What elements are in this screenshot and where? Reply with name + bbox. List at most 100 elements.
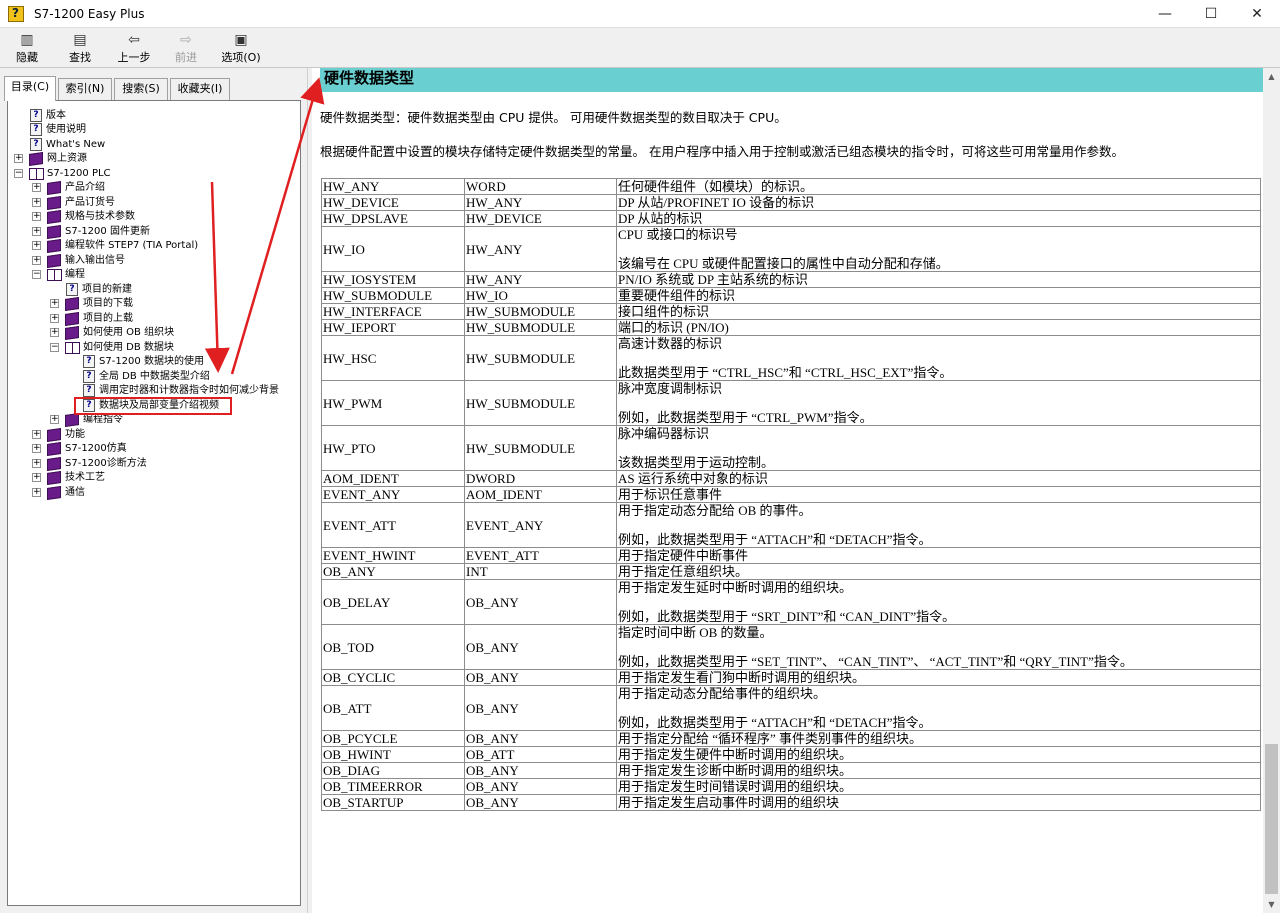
description-cell: DP 从站的标识 — [616, 210, 1261, 227]
base-type-cell: HW_SUBMODULE — [464, 319, 617, 336]
description-note: 例如，此数据类型用于 “ATTACH”和 “DETACH”指令。 — [618, 532, 932, 547]
description-note: 例如，此数据类型用于 “ATTACH”和 “DETACH”指令。 — [618, 715, 932, 730]
description-note: 例如，此数据类型用于 “SRT_DINT”和 “CAN_DINT”指令。 — [618, 609, 956, 624]
base-type-cell: HW_ANY — [464, 271, 617, 288]
tree-item-label: S7-1200诊断方法 — [65, 458, 147, 469]
description-text: DP 从站的标识 — [618, 211, 703, 226]
description-text: 接口组件的标识 — [618, 304, 710, 319]
tab-contents[interactable]: 目录(C) — [4, 76, 56, 101]
help-app-icon — [8, 5, 24, 22]
tree-item-label: 项目的下载 — [83, 298, 133, 309]
navigation-pane: 目录(C) 索引(N) 搜索(S) 收藏夹(I) ? 版本 ? 使用说明 ? W… — [0, 68, 307, 913]
collapse-icon[interactable]: − — [14, 169, 23, 178]
expand-icon[interactable]: + — [32, 183, 41, 192]
expand-icon[interactable]: + — [32, 241, 41, 250]
base-type-cell: HW_SUBMODULE — [464, 303, 617, 320]
description-cell: AS 运行系统中对象的标识 — [616, 470, 1261, 487]
expand-icon[interactable]: + — [50, 314, 59, 323]
expand-icon[interactable]: + — [14, 154, 23, 163]
description-cell: 用于指定发生延时中断时调用的组织块。 例如，此数据类型用于 “SRT_DINT”和… — [616, 579, 1261, 625]
expand-icon[interactable]: + — [32, 227, 41, 236]
minimize-button[interactable]: — — [1142, 0, 1188, 28]
description-text: PN/IO 系统或 DP 主站系统的标识 — [618, 272, 808, 287]
help-topic-icon: ? — [30, 138, 42, 151]
tab-index[interactable]: 索引(N) — [58, 78, 112, 100]
table-row: HW_PWM HW_SUBMODULE 脉冲宽度调制标识 例如，此数据类型用于 “CT… — [321, 380, 1261, 426]
forward-arrow-icon: ⇨ — [180, 32, 192, 48]
base-type-cell: OB_ANY — [464, 794, 617, 811]
expand-icon[interactable]: + — [32, 198, 41, 207]
type-name-cell: OB_DIAG — [321, 762, 465, 779]
help-topic-icon: ? — [66, 283, 78, 296]
base-type-cell: INT — [464, 563, 617, 580]
description-cell: 用于指定动态分配给 OB 的事件。 例如，此数据类型用于 “ATTACH”和 “D… — [616, 502, 1261, 548]
options-button[interactable]: ▣ 选项(O) — [214, 30, 268, 66]
expand-icon[interactable]: + — [32, 473, 41, 482]
tree-item-label: 编程软件 STEP7 (TIA Portal) — [65, 240, 199, 251]
base-type-cell: DWORD — [464, 470, 617, 487]
intro-paragraph: 硬件数据类型：硬件数据类型由 CPU 提供。 可用硬件数据类型的数目取决于 CP… — [320, 110, 787, 125]
content-scrollbar[interactable]: ▲ ▼ — [1263, 68, 1280, 913]
hardware-types-table: HW_ANY WORD 任何硬件组件（如模块）的标识。 HW_DEVICE HW_ANY… — [321, 178, 1261, 811]
scroll-up-icon[interactable]: ▲ — [1263, 68, 1280, 85]
table-row: AOM_IDENT DWORD AS 运行系统中对象的标识 — [321, 470, 1261, 487]
scroll-down-icon[interactable]: ▼ — [1263, 896, 1280, 913]
base-type-cell: EVENT_ANY — [464, 502, 617, 548]
scroll-thumb[interactable] — [1265, 744, 1278, 894]
maximize-button[interactable]: ☐ — [1188, 0, 1234, 28]
collapse-icon[interactable]: − — [50, 343, 59, 352]
description-cell: 脉冲编码器标识 该数据类型用于运动控制。 — [616, 425, 1261, 471]
annotation-highlight-box — [74, 397, 232, 415]
description-cell: 用于指定发生看门狗中断时调用的组织块。 — [616, 669, 1261, 686]
back-button[interactable]: ⇦ 上一步 — [110, 30, 158, 66]
description-text: 用于指定发生诊断中断时调用的组织块。 — [618, 763, 853, 778]
expand-icon[interactable]: + — [32, 444, 41, 453]
description-text: 高速计数器的标识 — [618, 336, 723, 351]
type-name-cell: EVENT_HWINT — [321, 547, 465, 564]
table-row: EVENT_ATT EVENT_ANY 用于指定动态分配给 OB 的事件。 例如，此数… — [321, 502, 1261, 548]
close-button[interactable]: ✕ — [1234, 0, 1280, 28]
expand-icon[interactable]: + — [50, 299, 59, 308]
base-type-cell: OB_ANY — [464, 762, 617, 779]
book-open-icon — [47, 269, 62, 281]
description-cell: 用于指定硬件中断事件 — [616, 547, 1261, 564]
table-row: HW_IO HW_ANY CPU 或接口的标识号 该编号在 CPU 或硬件配置接口的属… — [321, 226, 1261, 272]
forward-button[interactable]: ⇨ 前进 — [162, 30, 210, 66]
expand-icon[interactable]: + — [32, 430, 41, 439]
expand-icon[interactable]: + — [32, 459, 41, 468]
expand-icon[interactable]: + — [32, 212, 41, 221]
type-name-cell: HW_ANY — [321, 178, 465, 195]
tab-favorites[interactable]: 收藏夹(I) — [170, 78, 230, 100]
book-closed-icon — [47, 181, 61, 195]
expand-icon[interactable]: + — [32, 488, 41, 497]
tree-item-label: What's New — [46, 139, 106, 150]
table-row: EVENT_ANY AOM_IDENT 用于标识任意事件 — [321, 486, 1261, 503]
expand-icon[interactable]: + — [50, 328, 59, 337]
collapse-icon[interactable]: − — [32, 270, 41, 279]
find-button[interactable]: ▤ 查找 — [56, 30, 104, 66]
book-closed-icon — [47, 428, 61, 442]
back-label: 上一步 — [117, 51, 151, 64]
hide-button[interactable]: ▥ 隐藏 — [3, 30, 51, 66]
table-row: OB_DIAG OB_ANY 用于指定发生诊断中断时调用的组织块。 — [321, 762, 1261, 779]
base-type-cell: HW_SUBMODULE — [464, 335, 617, 381]
type-name-cell: OB_STARTUP — [321, 794, 465, 811]
type-name-cell: AOM_IDENT — [321, 470, 465, 487]
window-title: S7-1200 Easy Plus — [34, 6, 145, 21]
expand-icon[interactable]: + — [32, 256, 41, 265]
expand-icon[interactable]: + — [50, 415, 59, 424]
description-text: 用于指定发生时间错误时调用的组织块。 — [618, 779, 853, 794]
tree-item-label: S7-1200仿真 — [65, 443, 127, 454]
tab-search[interactable]: 搜索(S) — [114, 78, 168, 100]
tree-item-label: 功能 — [65, 429, 85, 440]
table-row: OB_HWINT OB_ATT 用于指定发生硬件中断时调用的组织块。 — [321, 746, 1261, 763]
type-name-cell: EVENT_ANY — [321, 486, 465, 503]
type-name-cell: HW_PTO — [321, 425, 465, 471]
type-name-cell: OB_DELAY — [321, 579, 465, 625]
toolbar: ▥ 隐藏 ▤ 查找 ⇦ 上一步 ⇨ 前进 ▣ 选项(O) — [0, 28, 1280, 68]
base-type-cell: HW_SUBMODULE — [464, 425, 617, 471]
